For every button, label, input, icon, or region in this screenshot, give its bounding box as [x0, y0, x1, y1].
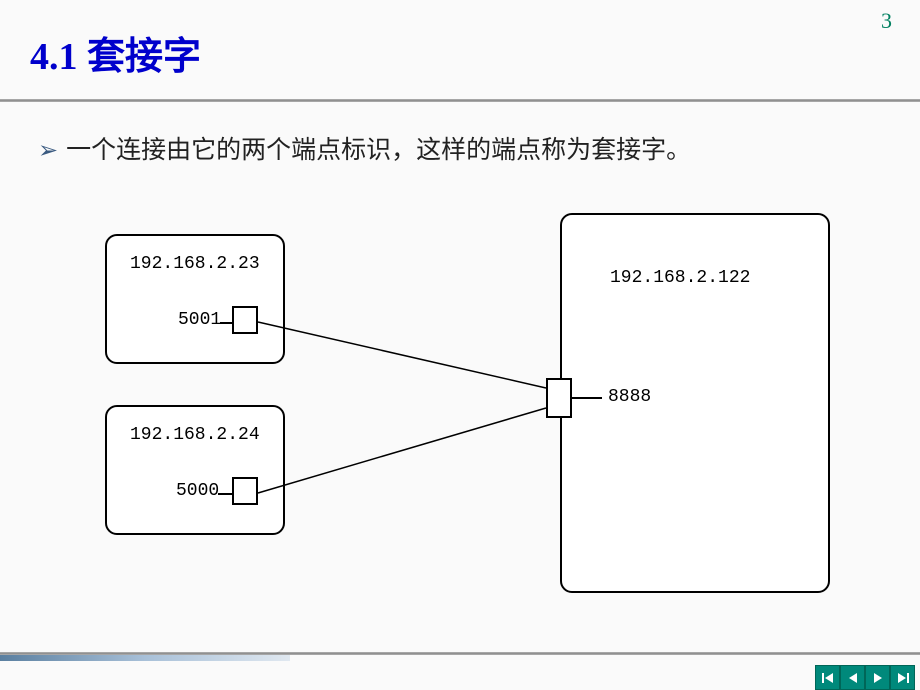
connection-lines	[0, 210, 920, 630]
next-button[interactable]	[865, 665, 890, 690]
bottom-divider	[0, 652, 920, 655]
bullet-row: ➢ 一个连接由它的两个端点标识，这样的端点称为套接字。	[0, 102, 920, 166]
bullet-text: 一个连接由它的两个端点标识，这样的端点称为套接字。	[66, 130, 691, 166]
last-icon	[896, 671, 910, 685]
footer-decoration	[0, 655, 290, 661]
last-button[interactable]	[890, 665, 915, 690]
title-area: 4.1 套接字	[0, 0, 920, 85]
first-icon	[821, 671, 835, 685]
next-icon	[871, 671, 885, 685]
page-number: 3	[881, 8, 892, 34]
prev-button[interactable]	[840, 665, 865, 690]
section-heading: 4.1 套接字	[30, 25, 920, 80]
first-button[interactable]	[815, 665, 840, 690]
nav-controls	[815, 665, 915, 690]
bullet-arrow-icon: ➢	[38, 136, 58, 165]
prev-icon	[846, 671, 860, 685]
socket-diagram: 192.168.2.23 5001 192.168.2.24 5000 192.…	[0, 210, 920, 630]
